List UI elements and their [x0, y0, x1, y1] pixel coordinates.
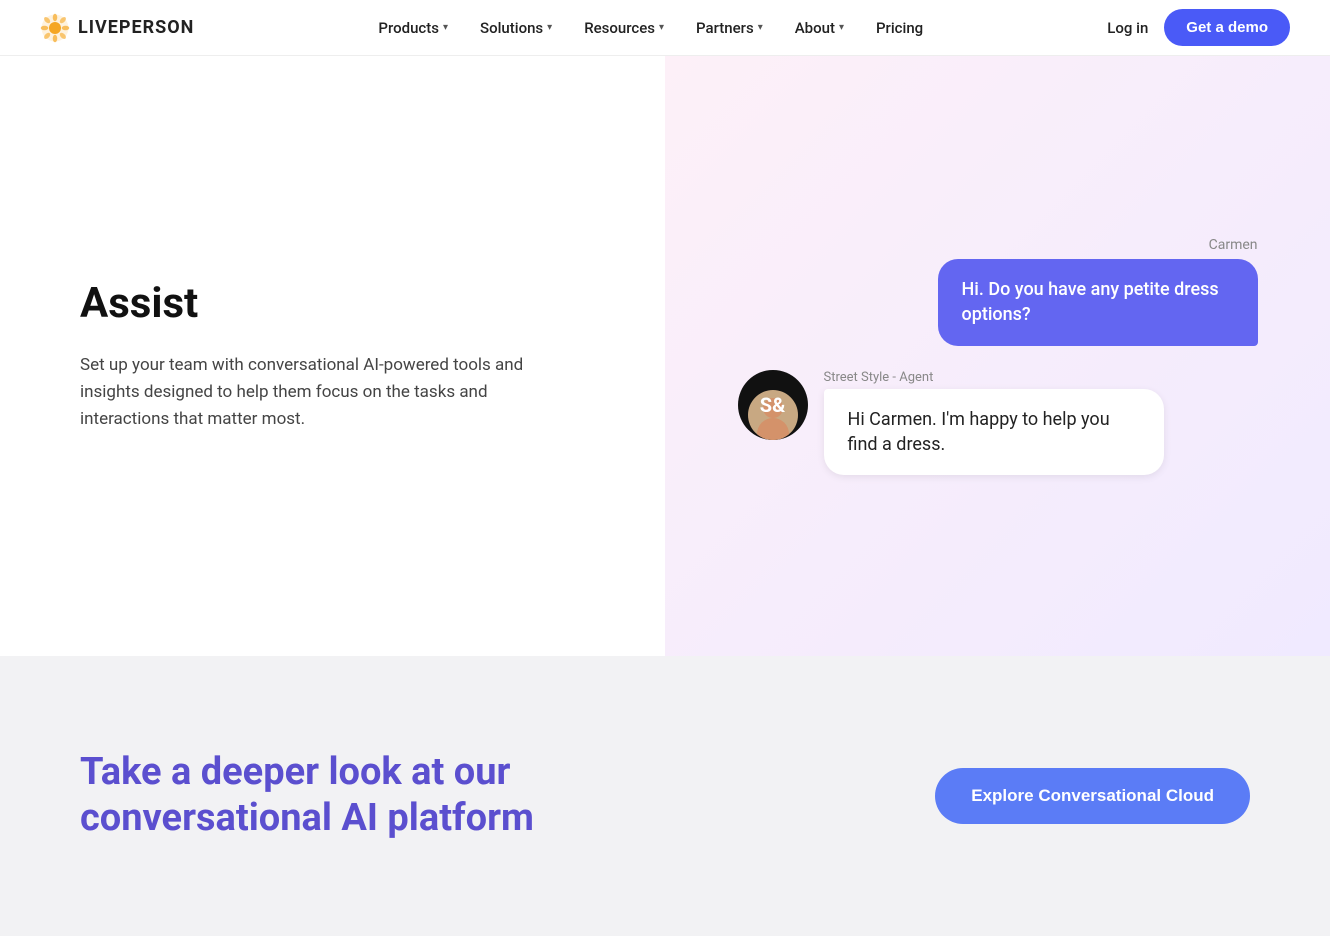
- login-link[interactable]: Log in: [1107, 19, 1148, 37]
- chevron-down-icon: ▾: [659, 22, 664, 33]
- section-description: Set up your team with conversational AI-…: [80, 352, 580, 434]
- user-message-block: Carmen Hi. Do you have any petite dress …: [738, 237, 1258, 345]
- chevron-down-icon: ▾: [547, 22, 552, 33]
- chat-demo: Carmen Hi. Do you have any petite dress …: [738, 237, 1258, 475]
- logo-text: LIVEPERSON: [78, 17, 194, 38]
- nav-item-resources[interactable]: Resources ▾: [570, 13, 678, 43]
- agent-bubble: Hi Carmen. I'm happy to help you find a …: [824, 389, 1164, 475]
- explore-cloud-button[interactable]: Explore Conversational Cloud: [935, 768, 1250, 824]
- navbar: LIVEPERSON Products ▾ Solutions ▾ Resour…: [0, 0, 1330, 56]
- nav-item-about[interactable]: About ▾: [781, 13, 858, 43]
- agent-avatar: S&: [738, 370, 808, 440]
- logo-icon: [40, 13, 70, 43]
- get-demo-button[interactable]: Get a demo: [1164, 9, 1290, 46]
- chevron-down-icon: ▾: [758, 22, 763, 33]
- chevron-down-icon: ▾: [839, 22, 844, 33]
- nav-item-pricing[interactable]: Pricing: [862, 13, 937, 43]
- user-label: Carmen: [738, 237, 1258, 253]
- chevron-down-icon: ▾: [443, 22, 448, 33]
- main-content: Assist Set up your team with conversatio…: [0, 56, 1330, 656]
- cta-heading: Take a deeper look at our conversational…: [80, 750, 660, 841]
- agent-message-col: Street Style - Agent Hi Carmen. I'm happ…: [824, 370, 1164, 475]
- navbar-actions: Log in Get a demo: [1107, 9, 1290, 46]
- agent-message-block: S& Street Style - Agent Hi Carmen. I'm h…: [738, 370, 1258, 475]
- nav-menu: Products ▾ Solutions ▾ Resources ▾ Partn…: [364, 13, 937, 43]
- left-panel: Assist Set up your team with conversatio…: [0, 56, 665, 656]
- nav-item-products[interactable]: Products ▾: [364, 13, 462, 43]
- cta-section: Take a deeper look at our conversational…: [0, 656, 1330, 936]
- user-bubble: Hi. Do you have any petite dress options…: [938, 259, 1258, 345]
- section-title: Assist: [80, 279, 605, 328]
- nav-item-solutions[interactable]: Solutions ▾: [466, 13, 566, 43]
- person-body-icon: [757, 418, 789, 440]
- right-panel: Carmen Hi. Do you have any petite dress …: [665, 56, 1330, 656]
- agent-name: Street Style - Agent: [824, 370, 1164, 385]
- logo-link[interactable]: LIVEPERSON: [40, 13, 194, 43]
- nav-item-partners[interactable]: Partners ▾: [682, 13, 777, 43]
